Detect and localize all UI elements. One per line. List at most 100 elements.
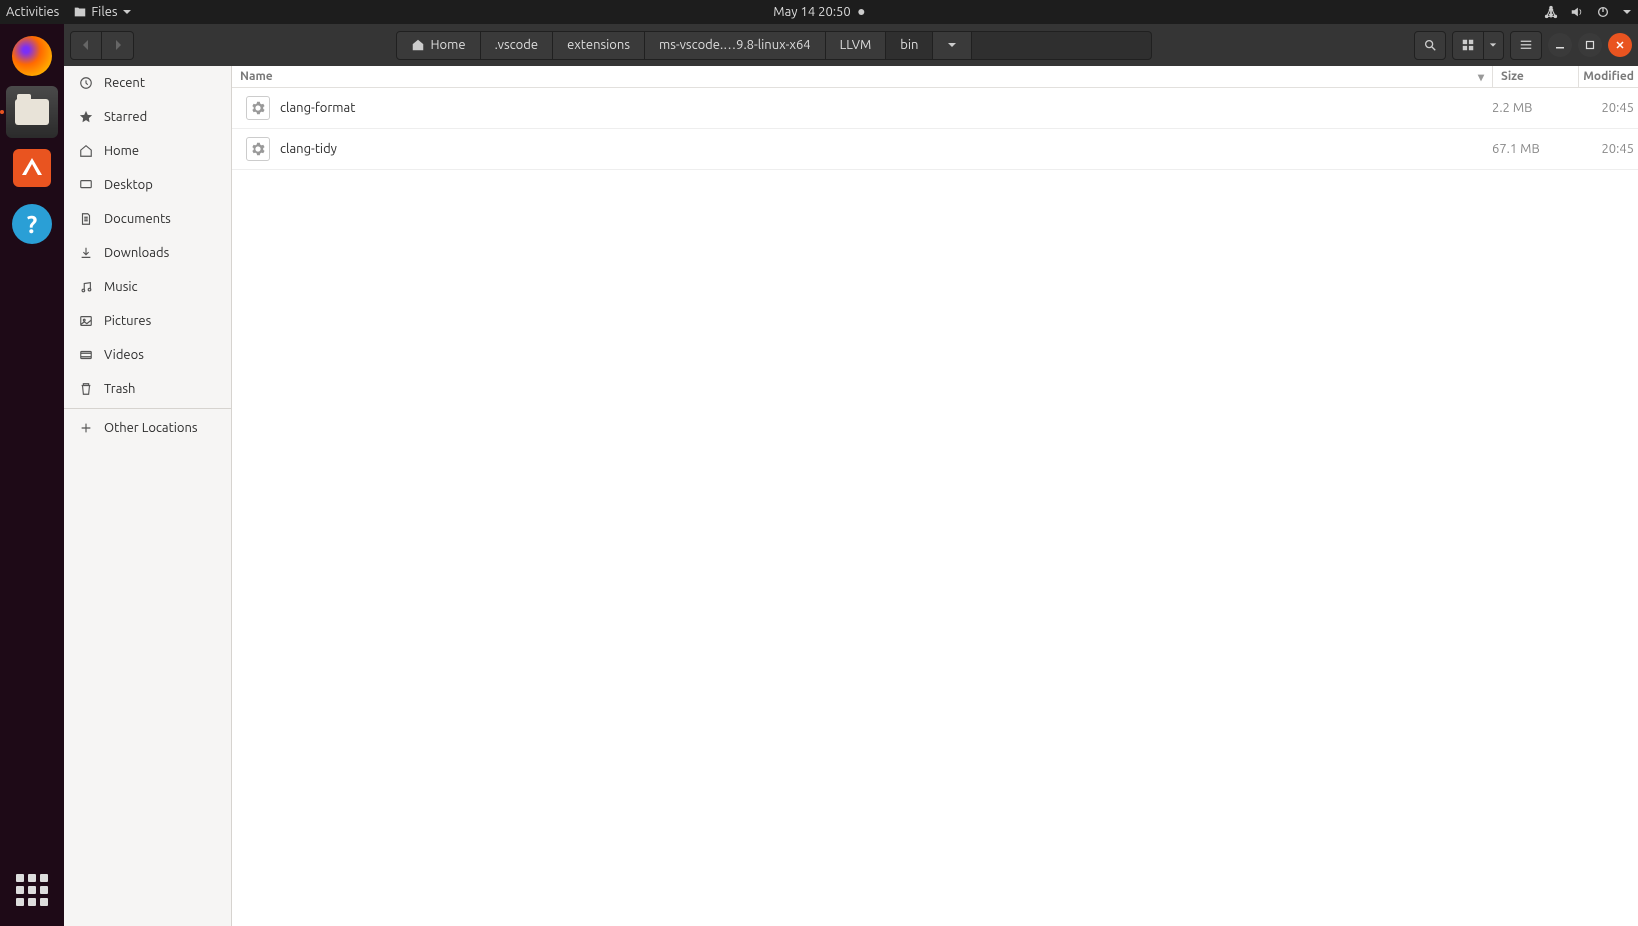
sidebar: Recent Starred Home Desktop Documents Downloa… — [64, 66, 232, 926]
forward-button[interactable] — [102, 31, 134, 60]
activities-button[interactable]: Activities — [6, 5, 59, 19]
maximize-button[interactable] — [1578, 33, 1602, 57]
software-icon — [13, 149, 51, 187]
breadcrumb: Home .vscode extensions ms-vscode.…9.8-linu… — [396, 31, 1153, 60]
column-header: Name ▾ Size Modified — [232, 66, 1638, 88]
dock-files[interactable] — [6, 86, 58, 138]
app-menu-label: Files — [91, 5, 117, 19]
sidebar-item-downloads[interactable]: Downloads — [64, 236, 231, 270]
sidebar-item-label: Downloads — [104, 246, 169, 260]
breadcrumb-dropdown[interactable] — [933, 31, 972, 60]
firefox-icon — [12, 36, 52, 76]
sidebar-item-label: Music — [104, 280, 138, 294]
top-panel: Activities Files May 14 20:50 — [0, 0, 1638, 24]
downloads-icon — [78, 245, 94, 261]
videos-icon — [78, 347, 94, 363]
sidebar-item-music[interactable]: Music — [64, 270, 231, 304]
desktop-icon — [78, 177, 94, 193]
volume-icon[interactable] — [1570, 5, 1584, 19]
sidebar-item-label: Other Locations — [104, 421, 198, 435]
sidebar-item-trash[interactable]: Trash — [64, 372, 231, 406]
home-icon — [411, 38, 425, 52]
star-icon — [78, 109, 94, 125]
sidebar-item-home[interactable]: Home — [64, 134, 231, 168]
clock[interactable]: May 14 20:50 — [773, 5, 850, 19]
sidebar-item-label: Starred — [104, 110, 147, 124]
breadcrumb-label: Home — [431, 38, 466, 52]
sidebar-item-pictures[interactable]: Pictures — [64, 304, 231, 338]
dock: ? — [0, 24, 64, 926]
documents-icon — [78, 211, 94, 227]
column-name[interactable]: Name ▾ — [232, 70, 1492, 84]
sidebar-item-recent[interactable]: Recent — [64, 66, 231, 100]
column-size[interactable]: Size — [1492, 66, 1578, 87]
breadcrumb-label: extensions — [567, 38, 630, 52]
view-grid-button[interactable] — [1452, 31, 1484, 60]
file-name: clang-format — [280, 101, 1492, 115]
close-button[interactable] — [1608, 33, 1632, 57]
folder-icon — [15, 99, 49, 125]
view-options-button[interactable] — [1484, 31, 1504, 60]
file-row[interactable]: clang-tidy67.1 MB20:45 — [232, 129, 1638, 170]
file-modified: 20:45 — [1578, 101, 1638, 115]
sidebar-item-label: Trash — [104, 382, 135, 396]
breadcrumb-label: .vscode — [495, 38, 539, 52]
file-row[interactable]: clang-format2.2 MB20:45 — [232, 88, 1638, 129]
file-size: 67.1 MB — [1492, 142, 1578, 156]
hamburger-menu-button[interactable] — [1510, 31, 1542, 60]
power-icon[interactable] — [1596, 5, 1610, 19]
dock-help[interactable]: ? — [6, 198, 58, 250]
sidebar-item-videos[interactable]: Videos — [64, 338, 231, 372]
app-menu[interactable]: Files — [73, 5, 131, 19]
notification-dot-icon — [859, 9, 865, 15]
file-modified: 20:45 — [1578, 142, 1638, 156]
folder-icon — [73, 5, 87, 19]
breadcrumb-label: ms-vscode.…9.8-linux-x64 — [659, 38, 811, 52]
sidebar-item-label: Pictures — [104, 314, 151, 328]
column-modified[interactable]: Modified — [1578, 66, 1638, 87]
recent-icon — [78, 75, 94, 91]
plus-icon — [78, 420, 94, 436]
sort-indicator-icon: ▾ — [1478, 70, 1484, 84]
dock-show-applications[interactable] — [6, 864, 58, 916]
network-icon[interactable] — [1544, 5, 1558, 19]
executable-icon — [246, 137, 270, 161]
file-size: 2.2 MB — [1492, 101, 1578, 115]
executable-icon — [246, 96, 270, 120]
sidebar-item-label: Desktop — [104, 178, 153, 192]
dock-firefox[interactable] — [6, 30, 58, 82]
chevron-down-icon — [122, 7, 132, 17]
content-area: Name ▾ Size Modified clang-format2.2 MB2… — [232, 66, 1638, 926]
back-button[interactable] — [70, 31, 102, 60]
breadcrumb-segment[interactable]: .vscode — [481, 31, 554, 60]
column-size-label: Size — [1501, 70, 1524, 83]
sidebar-item-label: Recent — [104, 76, 145, 90]
trash-icon — [78, 381, 94, 397]
help-icon: ? — [12, 204, 52, 244]
files-window: Home .vscode extensions ms-vscode.…9.8-linu… — [64, 24, 1638, 926]
breadcrumb-spacer — [972, 31, 1152, 60]
breadcrumb-home[interactable]: Home — [396, 31, 481, 60]
sidebar-item-label: Documents — [104, 212, 171, 226]
sidebar-separator — [64, 408, 231, 409]
chevron-down-icon[interactable] — [1622, 7, 1632, 17]
dock-software[interactable] — [6, 142, 58, 194]
breadcrumb-segment[interactable]: ms-vscode.…9.8-linux-x64 — [645, 31, 826, 60]
sidebar-other-locations[interactable]: Other Locations — [64, 411, 231, 445]
file-name: clang-tidy — [280, 142, 1492, 156]
sidebar-item-documents[interactable]: Documents — [64, 202, 231, 236]
minimize-button[interactable] — [1548, 33, 1572, 57]
breadcrumb-segment[interactable]: extensions — [553, 31, 645, 60]
sidebar-item-star[interactable]: Starred — [64, 100, 231, 134]
sidebar-item-label: Videos — [104, 348, 144, 362]
breadcrumb-label: LLVM — [840, 38, 872, 52]
column-name-label: Name — [240, 70, 273, 83]
breadcrumb-label: bin — [900, 38, 918, 52]
sidebar-item-desktop[interactable]: Desktop — [64, 168, 231, 202]
breadcrumb-segment[interactable]: LLVM — [826, 31, 887, 60]
search-button[interactable] — [1414, 31, 1446, 60]
breadcrumb-segment[interactable]: bin — [886, 31, 933, 60]
file-rows: clang-format2.2 MB20:45clang-tidy67.1 MB… — [232, 88, 1638, 926]
sidebar-item-label: Home — [104, 144, 139, 158]
apps-grid-icon — [16, 874, 48, 906]
